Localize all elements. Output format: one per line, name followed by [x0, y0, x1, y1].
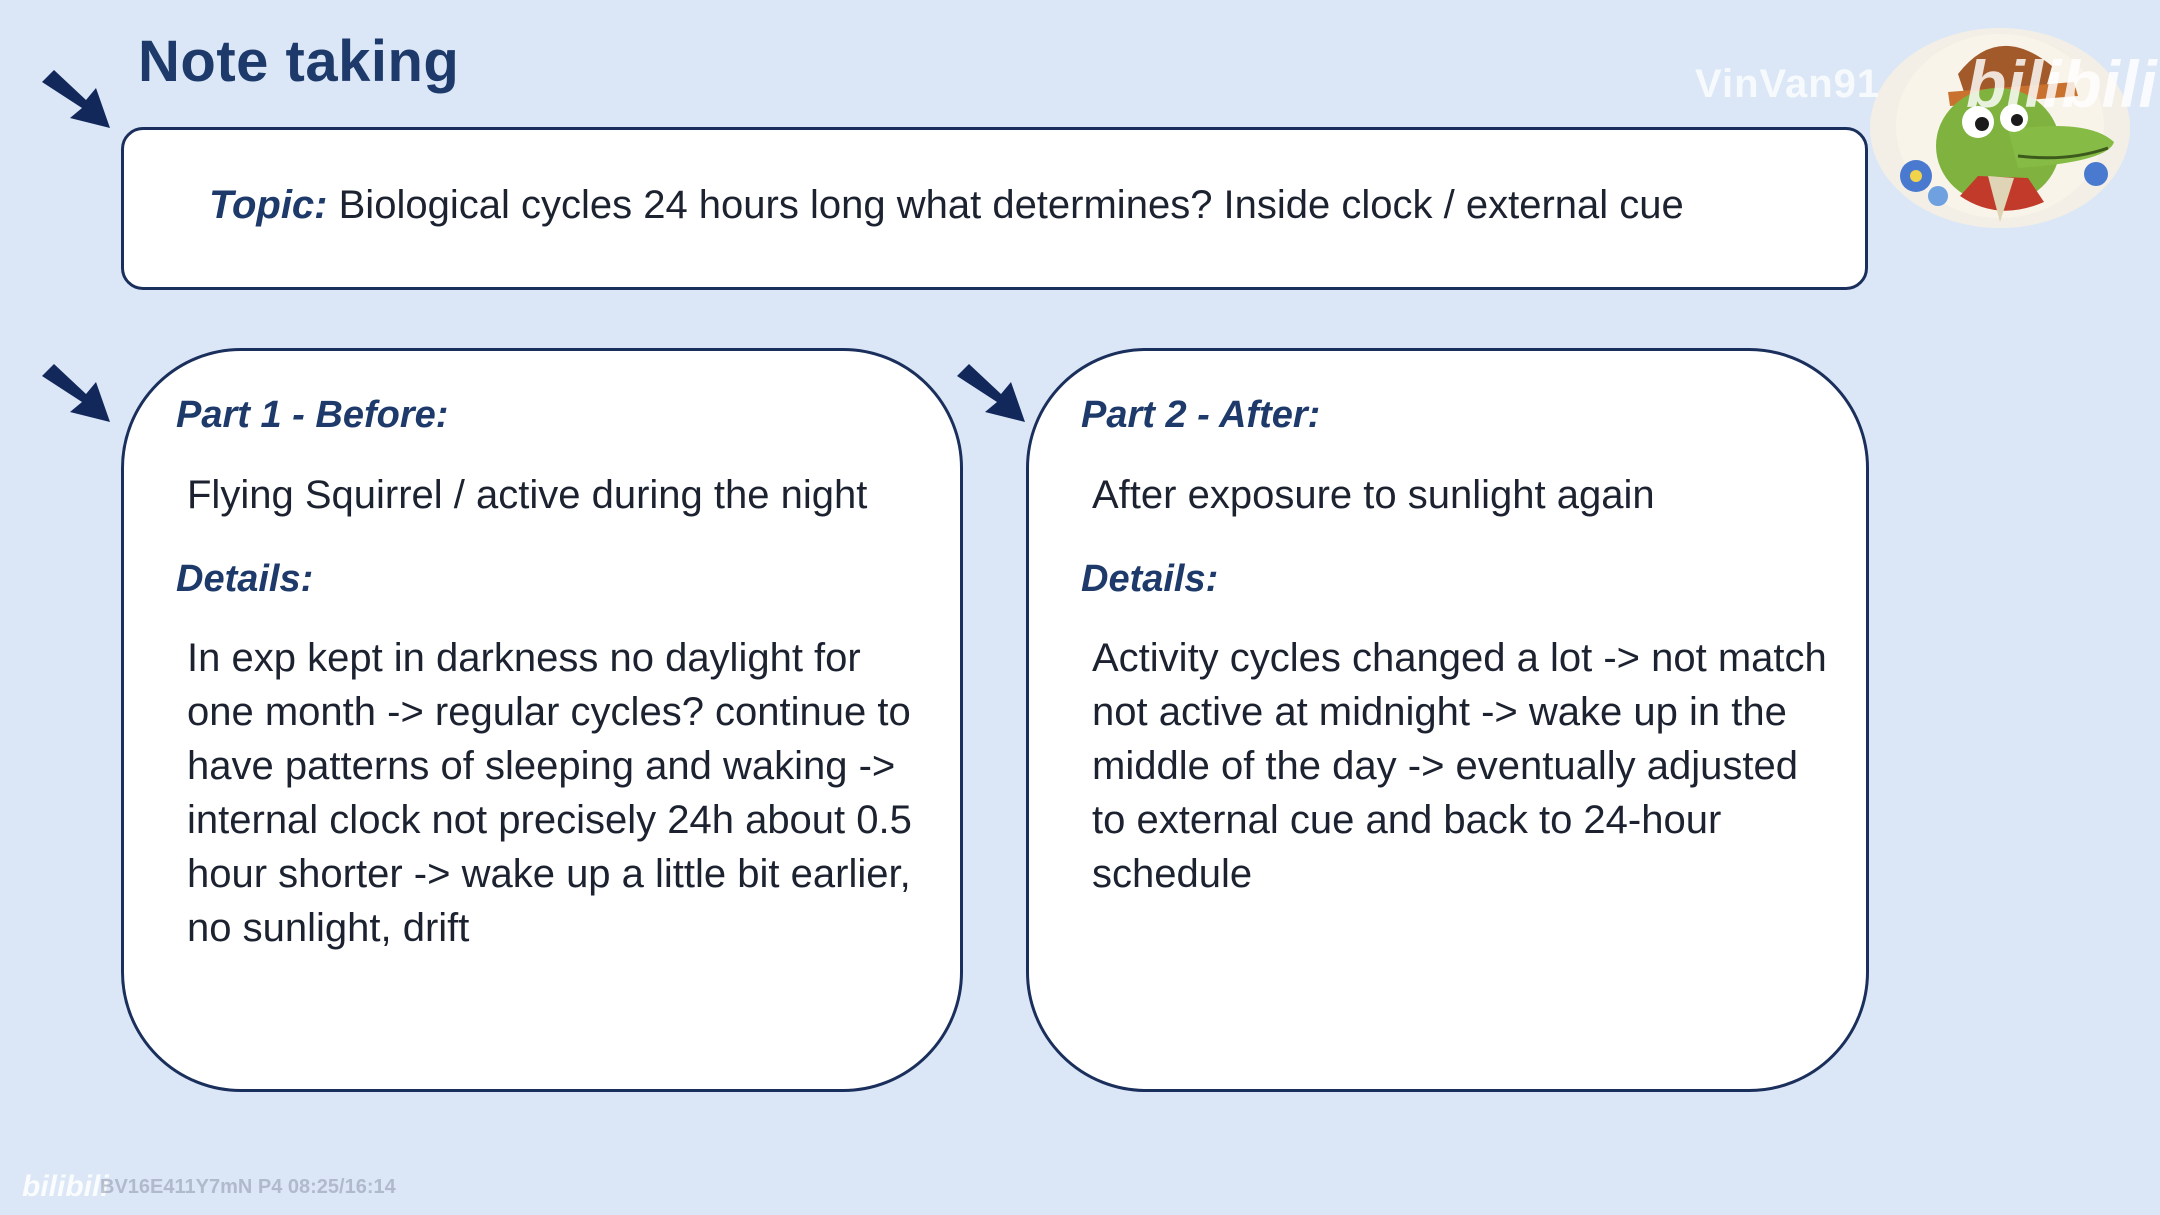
uploader-watermark: VinVan91 — [1695, 62, 1881, 106]
part2-heading: Part 2 - After: — [1081, 394, 1321, 436]
part2-box: Part 2 - After: After exposure to sunlig… — [1026, 348, 1869, 1092]
part1-details-heading: Details: — [176, 558, 314, 600]
bilibili-footer-logo: bilibili — [22, 1170, 109, 1203]
bilibili-logo-watermark: bilibili — [1966, 47, 2157, 121]
part2-details: Activity cycles changed a lot -> not mat… — [1092, 636, 1827, 896]
arrow-down-right-icon — [957, 364, 1025, 422]
slide-title: Note taking — [138, 29, 460, 94]
arrow-down-right-icon — [42, 364, 110, 422]
topic-label: Topic: — [209, 183, 328, 227]
topic-box: Topic: Biological cycles 24 hours long w… — [121, 127, 1868, 290]
part2-line: After exposure to sunlight again — [1092, 473, 1655, 517]
part1-line: Flying Squirrel / active during the nigh… — [187, 473, 868, 517]
part1-details: In exp kept in darkness no daylight for … — [187, 636, 912, 950]
topic-line: Topic: Biological cycles 24 hours long w… — [209, 183, 1684, 228]
part2-details-heading: Details: — [1081, 558, 1219, 600]
arrow-down-right-icon — [42, 70, 110, 128]
part1-box: Part 1 - Before: Flying Squirrel / activ… — [121, 348, 963, 1092]
video-id-timestamp: BV16E411Y7mN P4 08:25/16:14 — [100, 1176, 396, 1198]
topic-text: Biological cycles 24 hours long what det… — [338, 183, 1684, 227]
part1-heading: Part 1 - Before: — [176, 394, 449, 436]
